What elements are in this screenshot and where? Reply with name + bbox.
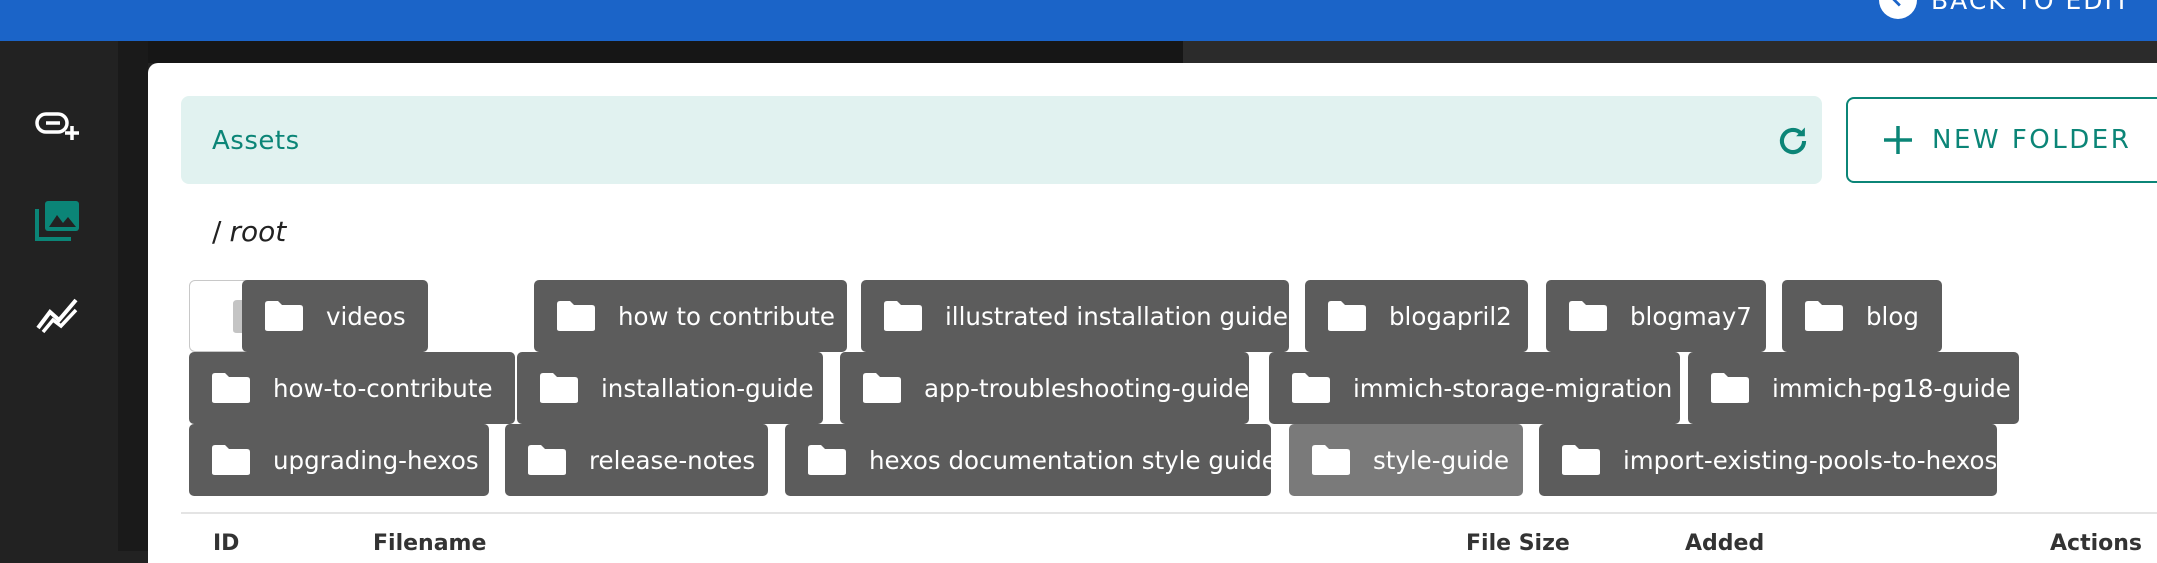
- folder-icon: [540, 373, 578, 403]
- folder-icon: [1312, 445, 1350, 475]
- column-header-id[interactable]: ID: [213, 531, 239, 556]
- folder-icon: [557, 301, 595, 331]
- folder-chip[interactable]: app-troubleshooting-guide: [840, 352, 1249, 424]
- folder-icon: [1292, 373, 1330, 403]
- sidebar-edge: [118, 41, 148, 551]
- folder-label: release-notes: [589, 445, 756, 475]
- folder-label: immich-storage-migration: [1353, 373, 1673, 403]
- folder-label: style-guide: [1373, 445, 1510, 475]
- folder-chip[interactable]: immich-pg18-guide: [1688, 352, 2019, 424]
- folder-icon: [212, 373, 250, 403]
- folder-icon: [1805, 301, 1843, 331]
- folder-label: hexos documentation style guide: [869, 445, 1277, 475]
- top-app-bar: BACK TO EDIT: [0, 0, 2157, 41]
- folder-icon: [808, 445, 846, 475]
- folder-chip[interactable]: videos: [242, 280, 428, 352]
- back-arrow-icon: [1879, 0, 1917, 19]
- folder-label: how-to-contribute: [273, 373, 493, 403]
- folder-label: installation-guide: [601, 373, 814, 403]
- folder-icon: [1562, 445, 1600, 475]
- folder-chip[interactable]: release-notes: [505, 424, 768, 496]
- folder-chip[interactable]: blogmay7: [1546, 280, 1766, 352]
- analytics-icon[interactable]: [33, 290, 81, 338]
- folder-chip[interactable]: hexos documentation style guide: [785, 424, 1277, 496]
- backdrop-strip: [1183, 41, 2157, 63]
- folder-label: videos: [326, 301, 406, 331]
- folder-chip[interactable]: blog: [1782, 280, 1942, 352]
- folder-label: blogapril2: [1389, 301, 1512, 331]
- folder-icon: [528, 445, 566, 475]
- column-header-filename[interactable]: Filename: [373, 531, 486, 556]
- folder-chip[interactable]: illustrated installation guide: [861, 280, 1289, 352]
- media-library-icon[interactable]: [33, 197, 81, 245]
- folder-chip[interactable]: import-existing-pools-to-hexos: [1539, 424, 1997, 496]
- folder-label: app-troubleshooting-guide: [924, 373, 1250, 403]
- folder-label: import-existing-pools-to-hexos: [1623, 445, 1998, 475]
- folder-icon: [1328, 301, 1366, 331]
- folder-icon: [884, 301, 922, 331]
- column-header-actions: Actions: [2050, 531, 2142, 556]
- folder-label: blog: [1866, 301, 1919, 331]
- back-to-edit-button[interactable]: BACK TO EDIT: [1879, 0, 2132, 19]
- add-link-icon[interactable]: [33, 102, 81, 150]
- folder-icon: [863, 373, 901, 403]
- folder-chip[interactable]: upgrading-hexos: [189, 424, 489, 496]
- folder-chip[interactable]: immich-storage-migration: [1269, 352, 1680, 424]
- column-header-file-size[interactable]: File Size: [1466, 531, 1570, 556]
- folder-chip[interactable]: blogapril2: [1305, 280, 1528, 352]
- column-header-added[interactable]: Added: [1685, 531, 1764, 556]
- breadcrumb: / root: [212, 215, 286, 248]
- breadcrumb-separator: /: [212, 215, 222, 248]
- table-divider: [181, 512, 2157, 514]
- folder-label: illustrated installation guide: [945, 301, 1288, 331]
- folder-label: immich-pg18-guide: [1772, 373, 2011, 403]
- folder-icon: [265, 301, 303, 331]
- assets-header-bar: Assets: [181, 96, 1822, 184]
- breadcrumb-root[interactable]: root: [229, 215, 286, 248]
- plus-icon: [1884, 126, 1912, 154]
- refresh-icon[interactable]: [1773, 121, 1813, 161]
- assets-panel: Assets NEW FOLDER / root videos how to co…: [148, 63, 2157, 563]
- folder-icon: [1711, 373, 1749, 403]
- back-to-edit-label: BACK TO EDIT: [1931, 0, 2132, 15]
- backdrop-strip: [0, 41, 1183, 63]
- folder-chip[interactable]: how to contribute: [534, 280, 847, 352]
- folder-label: blogmay7: [1630, 301, 1752, 331]
- new-folder-label: NEW FOLDER: [1932, 125, 2132, 155]
- folder-icon: [1569, 301, 1607, 331]
- folder-label: how to contribute: [618, 301, 835, 331]
- folder-icon: [212, 445, 250, 475]
- folder-chip[interactable]: style-guide: [1289, 424, 1523, 496]
- assets-title: Assets: [212, 126, 300, 156]
- folder-chip[interactable]: how-to-contribute: [189, 352, 515, 424]
- folder-label: upgrading-hexos: [273, 445, 479, 475]
- folder-chip[interactable]: installation-guide: [517, 352, 823, 424]
- new-folder-button[interactable]: NEW FOLDER: [1846, 97, 2157, 183]
